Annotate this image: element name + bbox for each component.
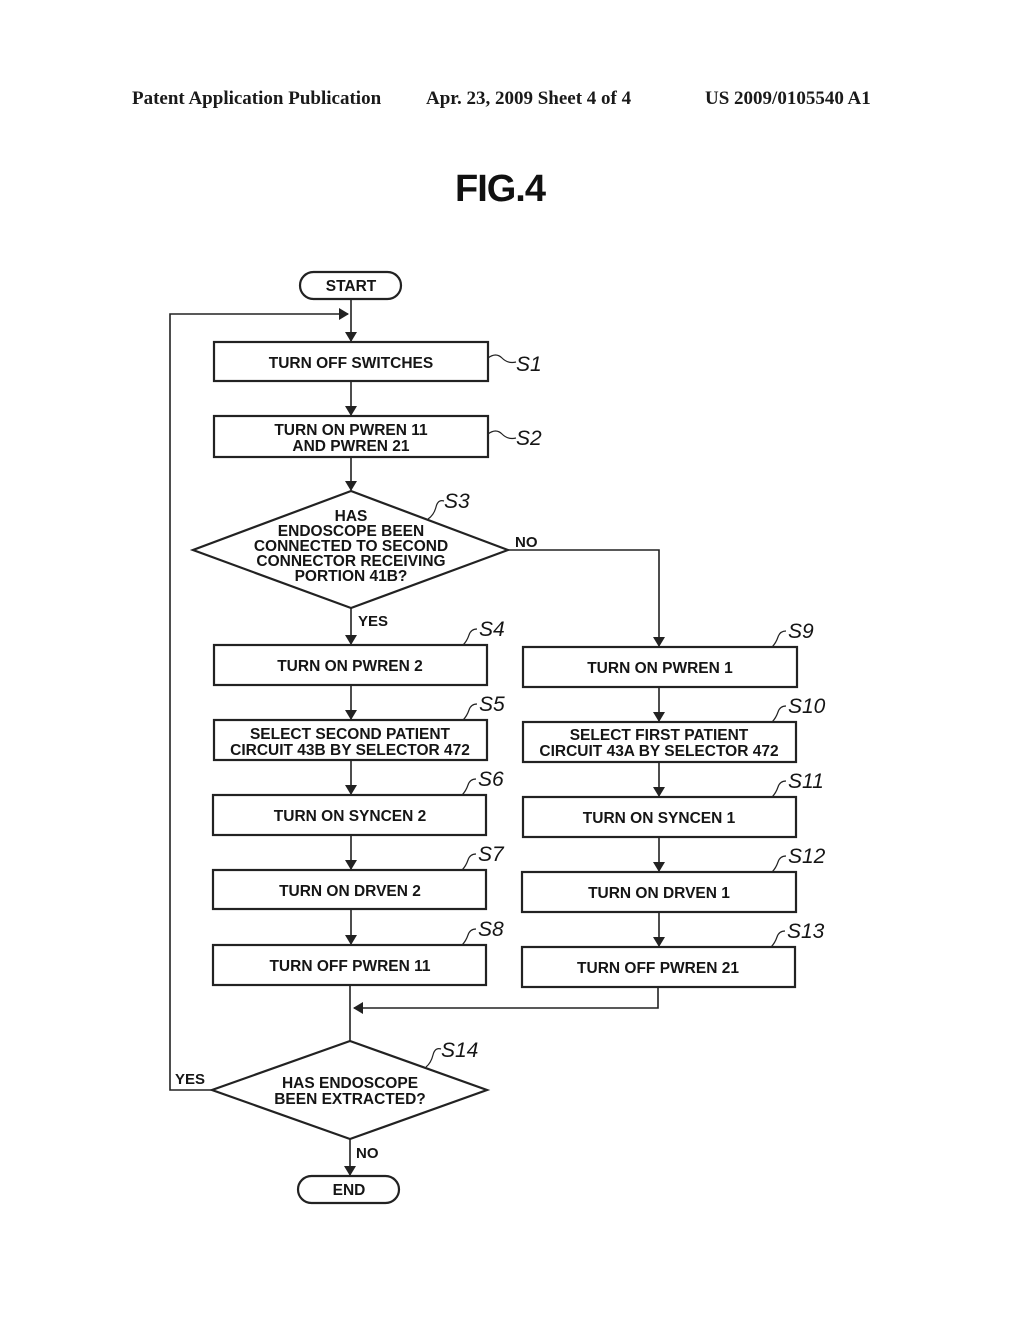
step-s2-text-line1: TURN ON PWREN 11 [274,422,428,439]
decision-s3-yes-label: YES [358,613,388,630]
step-s1-text: TURN OFF SWITCHES [269,355,433,372]
end-text: END [333,1182,366,1199]
step-s5-label: S5 [479,693,505,716]
step-s4-leader [462,628,478,646]
step-s8-label: S8 [478,918,504,941]
decision-s14-label: S14 [441,1039,478,1062]
step-s11: TURN ON SYNCEN 1 S11 [521,770,824,839]
flowchart: START TURN OFF SWITCHES S1 TURN ON PWREN… [169,270,826,1205]
step-s2: TURN ON PWREN 11 AND PWREN 21 S2 [212,414,542,459]
decision-s14-no-label: NO [356,1145,379,1162]
step-s7-text: TURN ON DRVEN 2 [279,883,421,900]
step-s9-label: S9 [788,620,814,643]
step-s7-leader [461,853,477,871]
step-s13: TURN OFF PWREN 21 S13 [520,920,825,989]
decision-s14-leader [425,1048,442,1068]
step-s1-label: S1 [516,353,542,376]
step-s4-text: TURN ON PWREN 2 [277,658,423,675]
step-s13-label: S13 [787,920,825,943]
step-s5-leader [462,703,478,721]
step-s8: TURN OFF PWREN 11 S8 [211,918,504,987]
start-terminal: START [298,270,403,301]
step-s2-leader [487,430,517,440]
step-s1: TURN OFF SWITCHES S1 [212,340,542,383]
step-s4-label: S4 [479,618,505,641]
step-s5: SELECT SECOND PATIENT CIRCUIT 43B BY SEL… [212,693,505,762]
step-s7-label: S7 [478,843,505,866]
step-s5-text-line2: CIRCUIT 43B BY SELECTOR 472 [230,742,470,759]
step-s12-leader [771,855,787,873]
step-s12-label: S12 [788,845,826,868]
connector-s3-no-s9 [508,549,665,647]
step-s8-leader [461,928,477,946]
step-s6-leader [461,778,477,796]
step-s7: TURN ON DRVEN 2 S7 [211,843,505,911]
step-s9: TURN ON PWREN 1 S9 [521,620,814,689]
step-s2-text-line2: AND PWREN 21 [292,438,410,455]
decision-s14-text-line1: HAS ENDOSCOPE [282,1075,418,1092]
step-s10-leader [771,705,787,723]
step-s13-text: TURN OFF PWREN 21 [577,960,739,977]
step-s6: TURN ON SYNCEN 2 S6 [211,768,504,837]
step-s10: SELECT FIRST PATIENT CIRCUIT 43A BY SELE… [521,695,826,764]
step-s12: TURN ON DRVEN 1 S12 [520,845,826,914]
step-s13-leader [770,930,786,948]
step-s6-label: S6 [478,768,504,791]
step-s5-text-line1: SELECT SECOND PATIENT [250,726,451,743]
step-s6-text: TURN ON SYNCEN 2 [274,808,426,825]
decision-s3-text-line5: PORTION 41B? [295,568,408,585]
decision-s3-no-label: NO [515,534,538,551]
step-s1-leader [487,354,517,364]
step-s10-label: S10 [788,695,826,718]
step-s11-text: TURN ON SYNCEN 1 [583,810,736,827]
step-s10-text-line1: SELECT FIRST PATIENT [570,727,749,744]
step-s9-leader [771,630,787,648]
step-s11-leader [771,780,787,798]
decision-s14-text-line2: BEEN EXTRACTED? [274,1091,426,1108]
decision-s3: HAS ENDOSCOPE BEEN CONNECTED TO SECOND C… [189,489,512,610]
step-s11-label: S11 [788,770,824,793]
step-s9-text: TURN ON PWREN 1 [587,660,733,677]
decision-s14-yes-label: YES [175,1071,205,1088]
step-s2-label: S2 [516,427,542,450]
end-terminal: END [296,1174,401,1205]
step-s8-text: TURN OFF PWREN 11 [269,958,430,975]
connector-s13-merge [353,987,659,1014]
decision-s3-label: S3 [444,490,470,513]
step-s12-text: TURN ON DRVEN 1 [588,885,730,902]
decision-s14: HAS ENDOSCOPE BEEN EXTRACTED? S14 [208,1039,491,1141]
start-text: START [326,278,377,295]
decision-s3-leader [427,500,445,520]
step-s10-text-line2: CIRCUIT 43A BY SELECTOR 472 [539,743,778,760]
